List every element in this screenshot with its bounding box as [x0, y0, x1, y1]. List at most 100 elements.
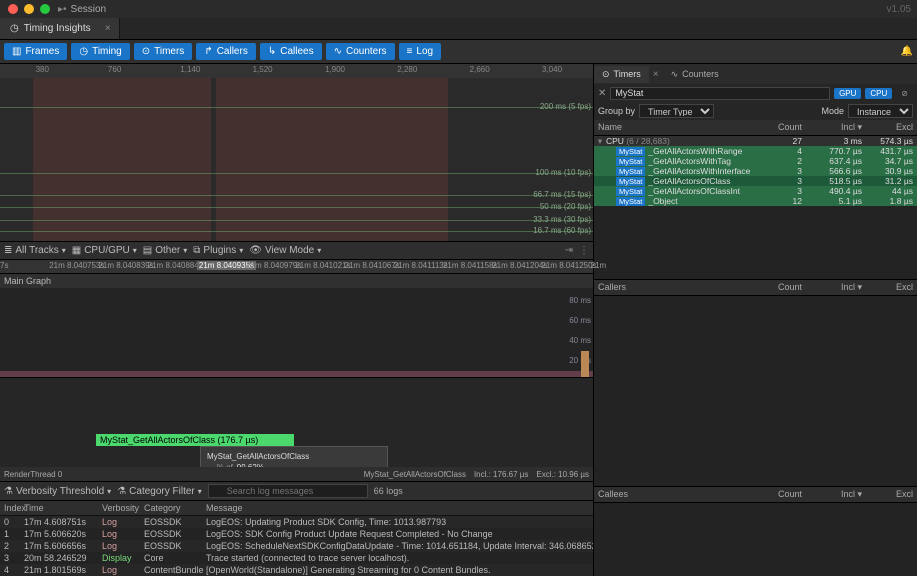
log-row[interactable]: 217m 5.606656sLogEOSSDKLogEOS: ScheduleN… — [0, 540, 593, 552]
other-icon: ▤ — [143, 245, 152, 256]
timeline-tick: 21m 8.041021s — [295, 261, 350, 270]
clear-filter-icon[interactable]: ✕ — [598, 88, 606, 99]
mode-select[interactable]: Instance — [848, 104, 913, 118]
close-icon[interactable]: × — [105, 23, 111, 34]
counters-button[interactable]: ∿Counters — [326, 43, 395, 60]
col-callers[interactable]: Callers — [594, 282, 752, 293]
fps-label: 200 ms (5 fps) — [540, 102, 591, 111]
log-category: EOSSDK — [144, 541, 206, 551]
log-button[interactable]: ≡Log — [399, 43, 442, 60]
log-category: Core — [144, 553, 206, 563]
strike-toggle[interactable]: ⊘ — [896, 88, 913, 99]
chevron-down-icon: ▾ — [198, 487, 202, 496]
timer-filter-input[interactable] — [610, 87, 830, 100]
all-tracks-filter[interactable]: ≣All Tracks▾ — [4, 245, 66, 256]
window-controls — [0, 0, 58, 18]
right-tab-bar: ⊙Timers × ∿Counters — [594, 64, 917, 84]
log-row[interactable]: 117m 5.606620sLogEOSSDKLogEOS: SDK Confi… — [0, 528, 593, 540]
col-time[interactable]: Time — [24, 503, 102, 513]
scrollbar-thumb[interactable] — [581, 351, 589, 377]
cpu-toggle[interactable]: CPU — [865, 88, 892, 99]
plugins-filter[interactable]: ⧉Plugins▾ — [193, 245, 243, 256]
view-mode-filter[interactable]: 👁View Mode▾ — [249, 245, 321, 256]
timer-row[interactable]: MyStat_Object125.1 µs1.8 µs — [594, 196, 917, 206]
mystat-badge: MyStat — [616, 177, 645, 186]
col-incl[interactable]: Incl ▾ — [802, 122, 862, 133]
col-incl[interactable]: Incl ▾ — [802, 489, 862, 500]
gpu-toggle[interactable]: GPU — [834, 88, 861, 99]
timers-button[interactable]: ⊙Timers — [134, 43, 193, 60]
close-icon[interactable]: × — [649, 69, 663, 80]
timeline-tick: 21m 8.041204s — [492, 261, 547, 270]
timer-row[interactable]: MyStat_GetAllActorsOfClass3518.5 µs31.2 … — [594, 176, 917, 186]
timer-name: MyStat_GetAllActorsOfClassInt — [594, 186, 752, 196]
timer-row[interactable]: MyStat_GetAllActorsWithInterface3566.6 µ… — [594, 166, 917, 176]
timer-count: 4 — [752, 146, 802, 156]
timer-group-row[interactable]: ▾CPU (6 / 28,683) 27 3 ms 574.3 µs — [594, 136, 917, 146]
frames-overview[interactable]: 3807601,1401,5201,9002,2802,6603,040 200… — [0, 64, 593, 242]
selected-event[interactable]: MyStat_GetAllActorsOfClass (176.7 µs) — [96, 434, 294, 446]
category-filter[interactable]: ⚗Category Filter▾ — [117, 486, 202, 497]
callees-empty — [594, 503, 917, 576]
verbosity-filter[interactable]: ⚗Verbosity Threshold▾ — [4, 486, 111, 497]
chevron-down-icon: ▾ — [239, 246, 243, 255]
timing-button[interactable]: ◷Timing — [71, 43, 129, 60]
log-row[interactable]: 421m 1.801569sLogContentBundle[OpenWorld… — [0, 564, 593, 576]
col-verbosity[interactable]: Verbosity — [102, 503, 144, 513]
col-excl[interactable]: Excl — [862, 489, 917, 500]
cpu-gpu-filter[interactable]: ▦CPU/GPU▾ — [72, 245, 137, 256]
close-window-icon[interactable] — [8, 4, 18, 14]
clock-icon: ◷ — [79, 46, 88, 57]
col-incl[interactable]: Incl ▾ — [802, 282, 862, 293]
timeline-tick: 21m 8.041158s — [443, 261, 498, 270]
clock-icon: ◷ — [10, 23, 19, 34]
col-name[interactable]: Name — [594, 122, 752, 133]
status-event-name: MyStat_GetAllActorsOfClass — [364, 470, 466, 479]
mystat-badge: MyStat — [616, 187, 645, 196]
menu-icon[interactable]: ⋮ — [579, 245, 589, 256]
log-category: EOSSDK — [144, 517, 206, 527]
chevron-down-icon: ▾ — [317, 246, 321, 255]
auto-scroll-icon[interactable]: ⇥ — [565, 245, 573, 256]
overview-tick: 3,040 — [542, 65, 562, 74]
log-table: Index Time Verbosity Category Message 01… — [0, 501, 593, 576]
collapse-icon[interactable]: ▾ — [594, 136, 606, 147]
tab-counters[interactable]: ∿Counters — [663, 66, 727, 83]
tab-timing-insights[interactable]: ◷ Timing Insights × — [0, 18, 120, 39]
col-message[interactable]: Message — [206, 503, 593, 513]
notification-icon[interactable]: 🔔 — [901, 46, 913, 57]
other-filter[interactable]: ▤Other▾ — [143, 245, 187, 256]
col-index[interactable]: Index — [0, 503, 24, 513]
group-by-select[interactable]: Timer Type — [639, 104, 714, 118]
log-row[interactable]: 320m 58.246529DisplayCoreTrace started (… — [0, 552, 593, 564]
col-excl[interactable]: Excl — [862, 282, 917, 293]
timeline-ruler[interactable]: 7s21m 8.040753s21m 8.040839s21m 8.040884… — [0, 260, 593, 274]
timer-count: 2 — [752, 156, 802, 166]
callers-button[interactable]: ↱Callers — [196, 43, 256, 60]
col-category[interactable]: Category — [144, 503, 206, 513]
main-graph[interactable]: 80 ms 60 ms 40 ms 20 ms — [0, 288, 593, 378]
log-row[interactable]: 017m 4.608751sLogEOSSDKLogEOS: Updating … — [0, 516, 593, 528]
col-count[interactable]: Count — [752, 282, 802, 293]
col-count[interactable]: Count — [752, 122, 802, 133]
minimize-window-icon[interactable] — [24, 4, 34, 14]
maximize-window-icon[interactable] — [40, 4, 50, 14]
tab-timers[interactable]: ⊙Timers — [594, 66, 649, 83]
col-excl[interactable]: Excl — [862, 122, 917, 133]
fps-label: 66.7 ms (15 fps) — [533, 190, 591, 199]
timer-row[interactable]: MyStat_GetAllActorsOfClassInt3490.4 µs44… — [594, 186, 917, 196]
tracks-area[interactable]: MyStat_GetAllActorsOfClass (176.7 µs) My… — [0, 378, 593, 467]
col-callees[interactable]: Callees — [594, 489, 752, 500]
counter-icon: ∿ — [671, 69, 679, 80]
log-header: Index Time Verbosity Category Message — [0, 501, 593, 516]
frames-button[interactable]: ▥Frames — [4, 43, 67, 60]
timer-row[interactable]: MyStat_GetAllActorsWithRange4770.7 µs431… — [594, 146, 917, 156]
timer-icon: ⊙ — [142, 46, 150, 57]
timer-row[interactable]: MyStat_GetAllActorsWithTag2637.4 µs34.7 … — [594, 156, 917, 166]
callees-button[interactable]: ↳Callees — [260, 43, 322, 60]
log-search-input[interactable] — [208, 484, 368, 498]
chevron-down-icon: ▾ — [183, 246, 187, 255]
col-count[interactable]: Count — [752, 489, 802, 500]
tracks-icon: ≣ — [4, 245, 12, 256]
callers-header: Callers Count Incl ▾ Excl — [594, 279, 917, 296]
